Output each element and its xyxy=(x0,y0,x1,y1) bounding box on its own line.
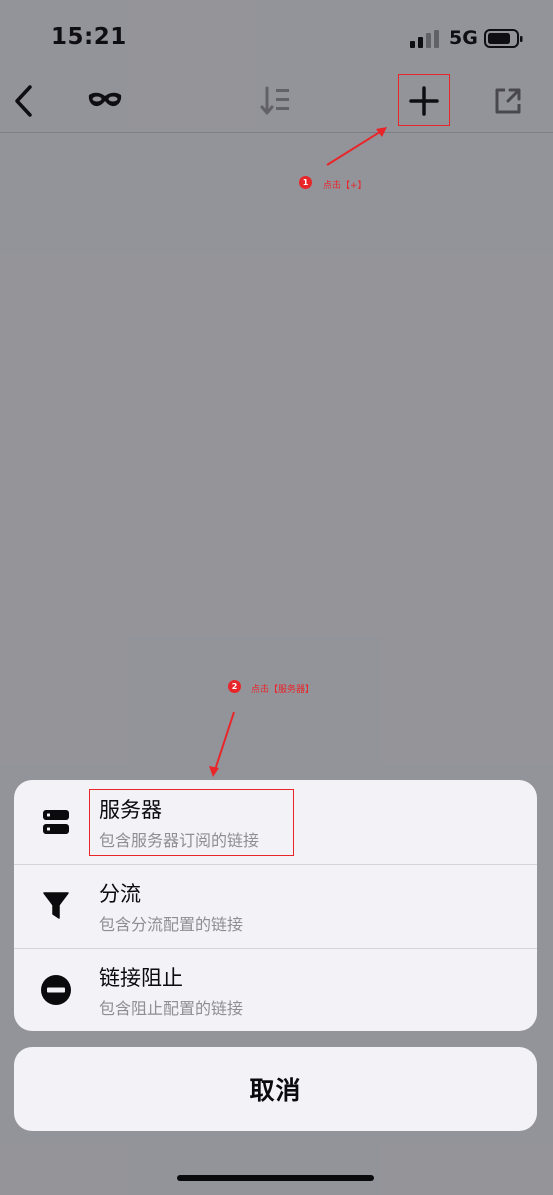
sheet-item-subtitle: 包含阻止配置的链接 xyxy=(99,999,244,1018)
sheet-item-title: 链接阻止 xyxy=(99,966,183,990)
annotation-box-server xyxy=(89,789,294,856)
sheet-item-block[interactable]: 链接阻止 包含阻止配置的链接 xyxy=(14,948,537,1031)
annotation-badge-2: 2 xyxy=(228,680,241,693)
home-indicator[interactable] xyxy=(177,1175,374,1181)
cancel-label: 取消 xyxy=(249,1076,302,1105)
server-icon xyxy=(40,806,72,838)
sheet-item-subtitle: 包含分流配置的链接 xyxy=(99,915,244,934)
annotation-text-2: 点击【服务器】 xyxy=(251,685,315,695)
sheet-item-title: 分流 xyxy=(99,882,141,906)
sheet-item-split[interactable]: 分流 包含分流配置的链接 xyxy=(14,864,537,948)
block-icon xyxy=(40,974,72,1006)
annotation-badge-1: 1 xyxy=(299,176,312,189)
annotation-text-1: 点击【+】 xyxy=(323,181,367,191)
filter-icon xyxy=(40,890,72,922)
cancel-button[interactable]: 取消 xyxy=(14,1047,537,1131)
